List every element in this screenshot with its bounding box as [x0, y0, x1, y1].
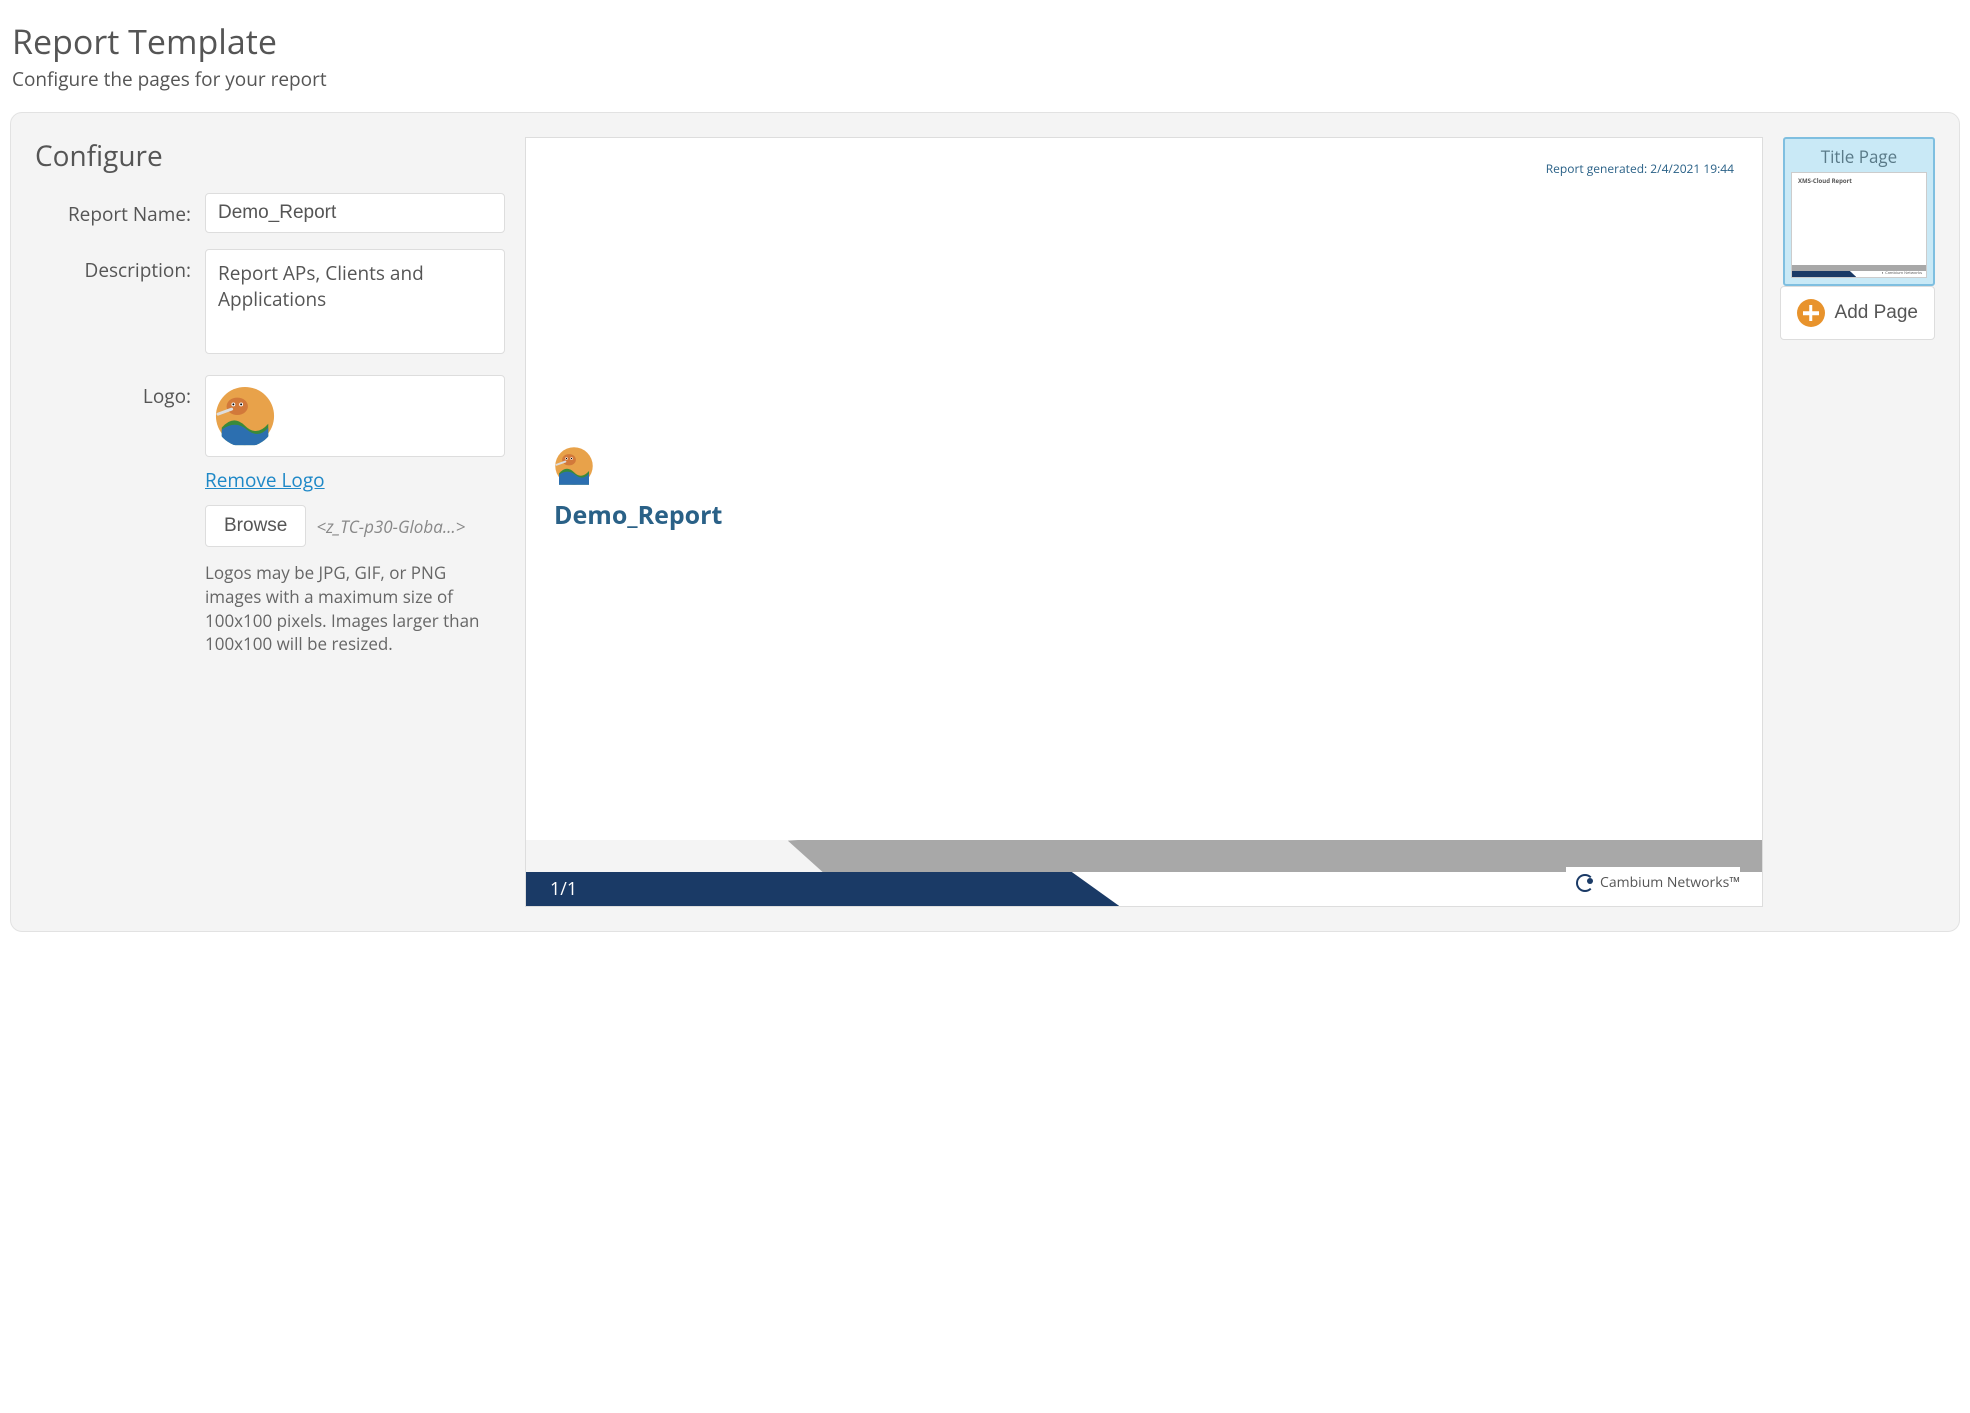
plus-icon: [1797, 299, 1825, 327]
globe-icon: [554, 446, 594, 486]
logo-preview-box: [205, 375, 505, 457]
preview-logo: [554, 446, 594, 486]
page-subtitle: Configure the pages for your report: [12, 66, 1960, 92]
description-label: Description:: [35, 249, 205, 283]
cambium-swirl-icon: [1576, 874, 1594, 892]
page-indicator: 1/1: [550, 877, 577, 901]
page-title: Report Template: [12, 18, 1960, 64]
main-panel: Configure Report Name: Description: Logo…: [10, 112, 1960, 932]
generated-timestamp: Report generated: 2/4/2021 19:44: [1546, 160, 1734, 177]
configure-heading: Configure: [35, 137, 505, 175]
page-preview: Report generated: 2/4/2021 19:44 Demo_Re…: [525, 137, 1763, 907]
cambium-logo: Cambium Networks™: [1566, 867, 1740, 898]
logo-label: Logo:: [35, 375, 205, 409]
cambium-brand-text: Cambium Networks™: [1600, 873, 1740, 892]
pages-sidebar: Title Page XMS-Cloud Report ◐ Cambium Ne…: [1783, 137, 1935, 340]
report-name-input[interactable]: [205, 193, 505, 233]
add-page-label: Add Page: [1835, 302, 1918, 324]
remove-logo-link[interactable]: Remove Logo: [205, 467, 325, 493]
logo-image: [214, 385, 276, 447]
logo-help-text: Logos may be JPG, GIF, or PNG images wit…: [205, 561, 505, 656]
selected-file-name: <z_TC-p30-Globa...>: [316, 515, 465, 538]
description-textarea[interactable]: [205, 249, 505, 354]
add-page-button[interactable]: Add Page: [1780, 286, 1935, 340]
globe-icon: [214, 385, 276, 447]
thumbnail-label: Title Page: [1791, 145, 1927, 168]
preview-report-title: Demo_Report: [554, 498, 722, 532]
preview-footer: 1/1 Cambium Networks™: [526, 840, 1762, 906]
browse-button[interactable]: Browse: [205, 505, 306, 547]
thumbnail-mini-title: XMS-Cloud Report: [1798, 177, 1852, 185]
thumbnail-preview: XMS-Cloud Report ◐ Cambium Networks: [1791, 172, 1927, 278]
report-name-label: Report Name:: [35, 193, 205, 227]
page-thumbnail-title[interactable]: Title Page XMS-Cloud Report ◐ Cambium Ne…: [1783, 137, 1935, 286]
configure-column: Configure Report Name: Description: Logo…: [35, 137, 505, 672]
thumbnail-brand-icon: ◐ Cambium Networks: [1882, 270, 1922, 276]
